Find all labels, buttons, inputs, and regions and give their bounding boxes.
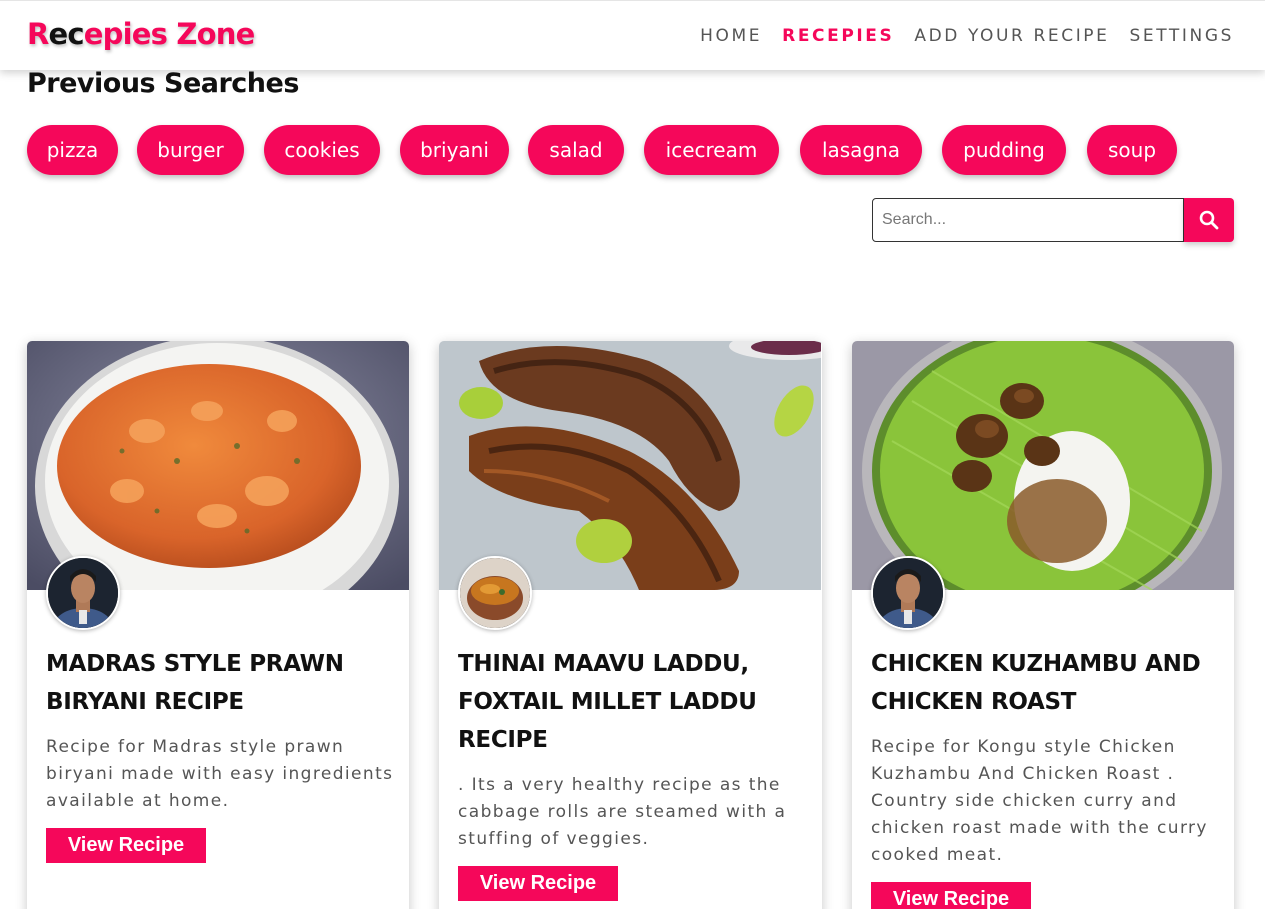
- logo-part-2: ec: [48, 17, 85, 51]
- recipe-description: Recipe for Madras style prawn biryani ma…: [46, 737, 394, 811]
- nav-recepies-link[interactable]: RECEPIES: [782, 26, 894, 46]
- search-chip-pizza[interactable]: pizza: [27, 125, 118, 175]
- recipe-description: . Its a very healthy recipe as the cabba…: [458, 775, 787, 849]
- search-chip-soup[interactable]: soup: [1087, 125, 1177, 175]
- nav-settings-link[interactable]: SETTINGS: [1130, 26, 1235, 46]
- search-chip-lasagna[interactable]: lasagna: [800, 125, 922, 175]
- search-chip-icecream[interactable]: icecream: [644, 125, 779, 175]
- main-nav: HOME RECEPIES ADD YOUR RECIPE SETTINGS: [700, 26, 1234, 46]
- recipe-card: CHICKEN KUZHAMBU AND CHICKEN ROAST Recip…: [852, 341, 1234, 909]
- search-input[interactable]: [872, 198, 1184, 242]
- recipe-title[interactable]: MADRAS STYLE PRAWN BIRYANI RECIPE: [46, 645, 396, 721]
- recipe-image-prawn-biryani[interactable]: [27, 341, 409, 590]
- curry-pot-avatar[interactable]: [458, 556, 532, 630]
- logo-part-3: epies Zone: [83, 17, 255, 51]
- logo-part-1: R: [27, 17, 49, 51]
- view-recipe-button[interactable]: View Recipe: [46, 828, 206, 863]
- search-button[interactable]: [1184, 198, 1234, 242]
- recipe-description: Recipe for Kongu style Chicken Kuzhambu …: [871, 737, 1208, 865]
- view-recipe-button[interactable]: View Recipe: [871, 882, 1031, 909]
- search-icon: [1199, 210, 1219, 230]
- recipe-card: MADRAS STYLE PRAWN BIRYANI RECIPE Recipe…: [27, 341, 409, 909]
- site-logo[interactable]: Recepies Zone: [27, 17, 255, 51]
- search-chip-briyani[interactable]: briyani: [400, 125, 509, 175]
- search-chip-salad[interactable]: salad: [528, 125, 624, 175]
- recipe-image-grilled-chicken[interactable]: [439, 341, 821, 590]
- search-chip-pudding[interactable]: pudding: [942, 125, 1066, 175]
- nav-home-link[interactable]: HOME: [700, 26, 762, 46]
- search-bar: [872, 198, 1234, 242]
- recipe-title[interactable]: THINAI MAAVU LADDU, FOXTAIL MILLET LADDU…: [458, 645, 808, 759]
- navbar: Recepies Zone HOME RECEPIES ADD YOUR REC…: [0, 0, 1265, 70]
- chef-avatar[interactable]: [46, 556, 120, 630]
- nav-add-recipe-link[interactable]: ADD YOUR RECIPE: [914, 26, 1109, 46]
- search-chip-cookies[interactable]: cookies: [264, 125, 380, 175]
- recipe-image-chicken-kuzhambu[interactable]: [852, 341, 1234, 590]
- search-chip-burger[interactable]: burger: [137, 125, 244, 175]
- chef-avatar[interactable]: [871, 556, 945, 630]
- previous-searches-title: Previous Searches: [27, 68, 299, 99]
- recipe-title[interactable]: CHICKEN KUZHAMBU AND CHICKEN ROAST: [871, 645, 1221, 721]
- view-recipe-button[interactable]: View Recipe: [458, 866, 618, 901]
- recipe-card: THINAI MAAVU LADDU, FOXTAIL MILLET LADDU…: [439, 341, 822, 909]
